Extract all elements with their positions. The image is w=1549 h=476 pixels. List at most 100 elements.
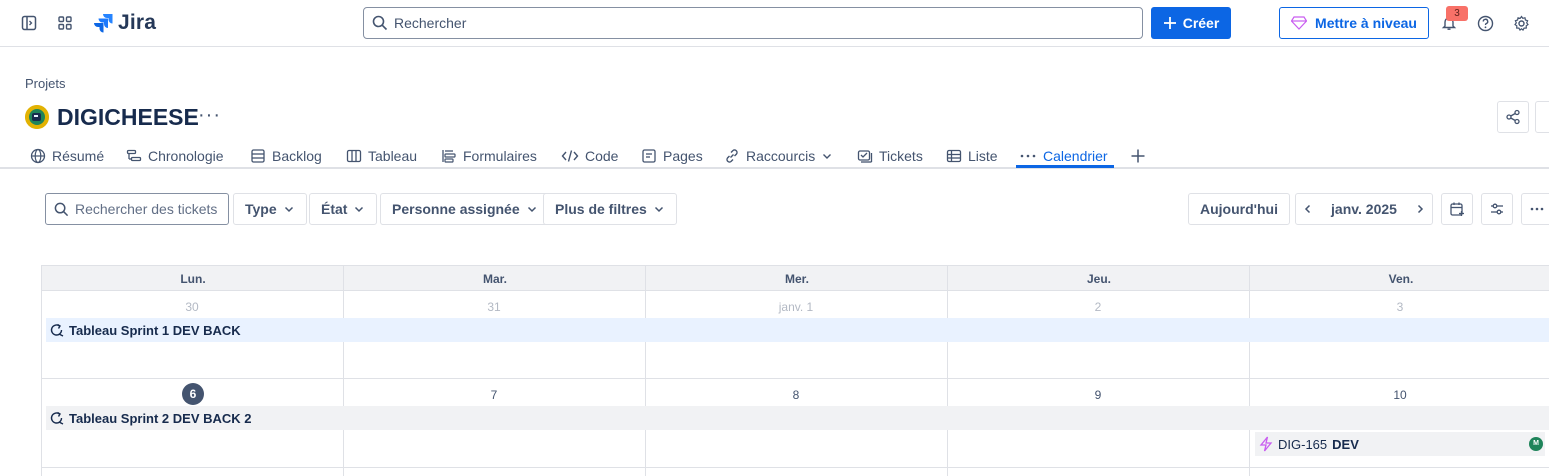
app-switcher-icon[interactable] — [54, 12, 76, 34]
sliders-icon — [1491, 203, 1503, 215]
day-header-thursday: Jeu. — [1086, 272, 1111, 286]
link-icon — [726, 149, 738, 163]
project-avatar — [25, 105, 49, 129]
assignee-avatar: M — [1529, 437, 1543, 451]
tab-chronologie[interactable]: Chronologie — [126, 144, 224, 168]
tab-formulaires[interactable]: Formulaires — [441, 144, 537, 168]
grid-line — [343, 265, 344, 476]
sprint-label: Tableau Sprint 1 DEV BACK — [69, 322, 241, 338]
tab-code[interactable]: Code — [561, 144, 618, 168]
add-tab-button[interactable] — [1130, 144, 1146, 168]
grid-line — [645, 265, 646, 476]
day-cell-number[interactable]: janv. 1 — [645, 300, 947, 314]
current-month-label: janv. 2025 — [1331, 201, 1397, 217]
day-cell-number[interactable]: 7 — [343, 388, 645, 402]
day-cell-number[interactable]: 2 — [947, 300, 1249, 314]
share-button[interactable] — [1497, 101, 1529, 133]
calendar-header-row: Lun. Mar. Mer. Jeu. Ven. — [41, 265, 1549, 291]
calendar-more-button[interactable] — [1521, 193, 1549, 225]
chevron-left-icon[interactable] — [1302, 203, 1314, 215]
assignee-filter-button[interactable]: Personne assignée — [380, 193, 550, 225]
sprint-icon — [50, 411, 64, 425]
board-icon — [346, 149, 362, 163]
sprint-bar-1[interactable]: Tableau Sprint 1 DEV BACK — [46, 318, 1549, 342]
chevron-down-icon — [284, 206, 293, 213]
more-icon — [1020, 154, 1036, 158]
day-cell-number[interactable]: 30 — [41, 300, 343, 314]
timeline-icon — [126, 149, 142, 162]
ticket-search-input[interactable]: Rechercher des tickets — [45, 193, 229, 225]
tab-pages[interactable]: Pages — [641, 144, 703, 168]
tab-liste[interactable]: Liste — [946, 144, 998, 168]
global-search-input[interactable]: Rechercher — [363, 7, 1143, 39]
settings-gear-icon[interactable] — [1510, 12, 1532, 34]
chevron-down-icon — [527, 206, 536, 213]
epic-lightning-icon — [1259, 436, 1273, 452]
project-tabs: Résumé Chronologie Backlog Tableau Formu… — [0, 140, 1549, 169]
upgrade-label: Mettre à niveau — [1315, 15, 1417, 31]
day-cell-number[interactable]: 8 — [645, 388, 947, 402]
backlog-icon — [251, 149, 265, 163]
diamond-icon — [1291, 16, 1308, 30]
sprint-bar-2[interactable]: Tableau Sprint 2 DEV BACK 2 — [46, 406, 1549, 430]
view-settings-button[interactable] — [1481, 193, 1513, 225]
list-icon — [946, 149, 962, 163]
project-more-actions-icon[interactable]: ··· — [198, 104, 221, 127]
active-tab-indicator — [1016, 165, 1114, 168]
ticket-search-placeholder: Rechercher des tickets — [75, 201, 218, 217]
tickets-icon — [857, 150, 873, 163]
calendar-add-button[interactable] — [1441, 193, 1473, 225]
more-icon — [1530, 207, 1544, 211]
chevron-down-icon — [823, 154, 832, 159]
plus-icon — [1131, 149, 1145, 163]
today-day-number[interactable]: 6 — [182, 383, 204, 405]
day-header-wednesday: Mer. — [784, 272, 809, 286]
breadcrumb-projects[interactable]: Projets — [25, 76, 65, 91]
share-icon — [1506, 109, 1520, 125]
ticket-card[interactable]: DIG-165 DEV — [1255, 432, 1545, 456]
month-navigator: janv. 2025 — [1295, 193, 1433, 225]
ticket-summary: DEV — [1332, 436, 1359, 452]
top-navigation-bar: Jira Rechercher Créer Mettre à niveau 3 — [0, 0, 1549, 47]
day-cell-number[interactable]: 3 — [1249, 300, 1549, 314]
tab-tableau[interactable]: Tableau — [346, 144, 417, 168]
help-icon[interactable] — [1474, 12, 1496, 34]
type-filter-button[interactable]: Type — [233, 193, 307, 225]
day-cell-number[interactable]: 9 — [947, 388, 1249, 402]
search-icon — [372, 15, 388, 31]
create-label: Créer — [1182, 15, 1220, 31]
create-button[interactable]: Créer — [1151, 7, 1231, 39]
state-filter-button[interactable]: État — [309, 193, 378, 225]
tab-raccourcis[interactable]: Raccourcis — [724, 144, 833, 168]
tab-resume[interactable]: Résumé — [30, 144, 104, 168]
day-header-monday: Lun. — [180, 272, 206, 286]
app-name: Jira — [118, 11, 157, 34]
upgrade-button[interactable]: Mettre à niveau — [1279, 7, 1429, 39]
notification-count-badge: 3 — [1446, 6, 1468, 21]
more-filters-button[interactable]: Plus de filtres — [543, 193, 677, 225]
jira-logo-icon — [94, 14, 113, 33]
chevron-down-icon — [654, 206, 663, 213]
grid-line — [41, 265, 42, 476]
sprint-icon — [50, 323, 64, 337]
grid-line — [947, 265, 948, 476]
ticket-key: DIG-165 — [1278, 436, 1328, 452]
chevron-down-icon — [355, 206, 364, 213]
search-placeholder: Rechercher — [394, 15, 467, 31]
day-cell-number[interactable]: 10 — [1249, 388, 1549, 402]
code-icon — [561, 150, 579, 162]
day-header-friday: Ven. — [1388, 272, 1414, 286]
search-icon — [54, 202, 69, 216]
sidebar-toggle-icon[interactable] — [18, 12, 40, 34]
pages-icon — [642, 149, 656, 163]
day-cell-number[interactable]: 31 — [343, 300, 645, 314]
sprint-label: Tableau Sprint 2 DEV BACK 2 — [69, 410, 252, 426]
tab-tickets[interactable]: Tickets — [857, 144, 923, 168]
today-button[interactable]: Aujourd'hui — [1188, 193, 1290, 225]
expand-button[interactable] — [1535, 101, 1549, 133]
day-header-tuesday: Mar. — [482, 272, 507, 286]
plus-icon — [1163, 17, 1176, 29]
jira-logo[interactable]: Jira — [92, 10, 156, 36]
tab-backlog[interactable]: Backlog — [250, 144, 322, 168]
chevron-right-icon[interactable] — [1414, 203, 1426, 215]
